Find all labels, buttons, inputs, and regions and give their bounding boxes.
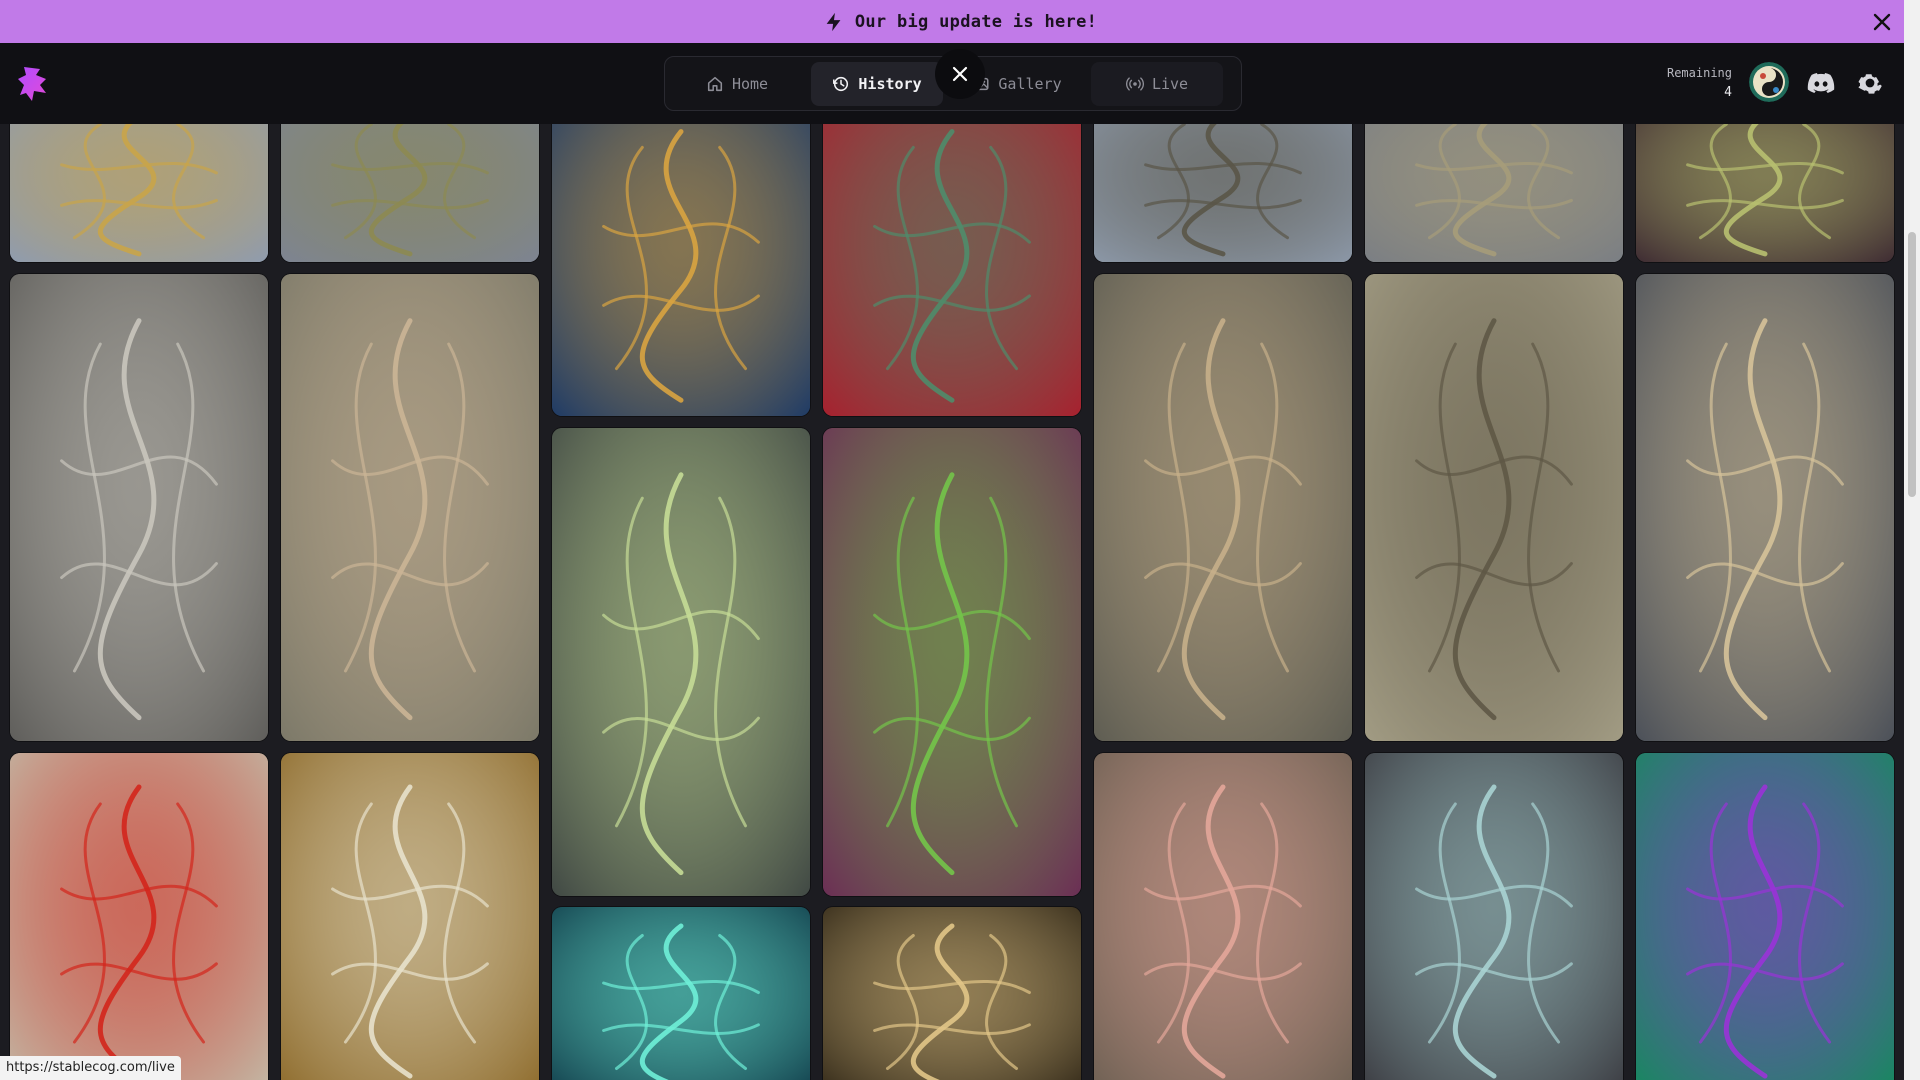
image-gallery-grid <box>0 0 1904 1080</box>
gallery-image[interactable] <box>1636 274 1894 741</box>
tab-history[interactable]: History <box>811 61 943 106</box>
announcement-banner[interactable]: Our big update is here! <box>0 0 1920 43</box>
gallery-image[interactable] <box>823 907 1081 1080</box>
gallery-image[interactable] <box>1094 100 1352 262</box>
remaining-credits: Remaining 4 <box>1640 63 1732 103</box>
gallery-image[interactable] <box>281 274 539 741</box>
gear-icon[interactable] <box>1855 68 1885 98</box>
user-avatar[interactable] <box>1749 62 1789 102</box>
remaining-label: Remaining <box>1666 66 1732 80</box>
tab-live[interactable]: Live <box>1091 61 1223 106</box>
close-history-button[interactable] <box>935 49 985 99</box>
gallery-image[interactable] <box>552 907 810 1080</box>
gallery-image[interactable] <box>823 428 1081 896</box>
close-icon <box>1873 13 1891 31</box>
live-icon <box>1125 76 1144 91</box>
stablecog-logo[interactable] <box>18 65 48 103</box>
gallery-image[interactable] <box>10 753 268 1080</box>
gallery-image[interactable] <box>281 100 539 262</box>
banner-close-button[interactable] <box>1870 10 1894 34</box>
gallery-image[interactable] <box>823 100 1081 416</box>
gallery-image[interactable] <box>1365 274 1623 741</box>
gallery-image[interactable] <box>1094 753 1352 1080</box>
gallery-image[interactable] <box>1636 100 1894 262</box>
gallery-image[interactable] <box>281 753 539 1080</box>
gallery-image[interactable] <box>552 100 810 416</box>
gallery-image[interactable] <box>1636 753 1894 1080</box>
lightning-icon <box>823 11 845 33</box>
gallery-image[interactable] <box>1365 100 1623 262</box>
status-url: https://stablecog.com/live <box>0 1056 181 1080</box>
discord-icon[interactable] <box>1806 68 1836 98</box>
gallery-image[interactable] <box>1094 274 1352 741</box>
gallery-image[interactable] <box>10 100 268 262</box>
scrollbar-thumb[interactable] <box>1908 232 1916 497</box>
page-scrollbar[interactable] <box>1904 0 1920 1080</box>
top-header: Home History Gallery Live Remaining 4 <box>0 43 1904 124</box>
history-icon <box>833 76 849 91</box>
gallery-image[interactable] <box>10 274 268 741</box>
remaining-count: 4 <box>1724 85 1732 100</box>
tab-home[interactable]: Home <box>671 62 803 106</box>
gallery-image[interactable] <box>552 428 810 896</box>
gallery-image[interactable] <box>1365 753 1623 1080</box>
banner-text: Our big update is here! <box>854 11 1098 32</box>
home-icon <box>707 76 723 91</box>
close-icon <box>952 66 968 82</box>
